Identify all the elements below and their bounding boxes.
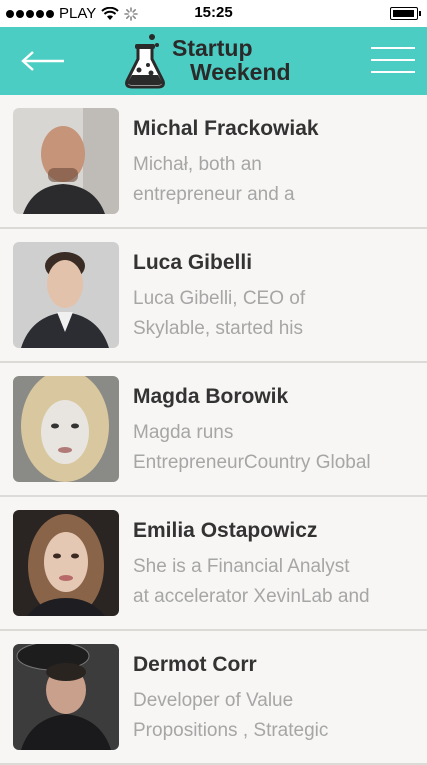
speaker-description-line2: at accelerator XevinLab and [133,586,370,607]
speaker-description-line1: Michał, both an [133,154,262,175]
speaker-list: Michal Frackowiak Michał, both an entrep… [0,95,427,765]
speaker-item-emilia-ostapowicz[interactable]: Emilia Ostapowicz She is a Financial Ana… [0,497,427,631]
app-header: Startup Weekend [0,27,427,95]
logo-text-line1: Startup [172,35,253,61]
speaker-description: Magda runs EntrepreneurCountry Global [133,418,423,478]
speaker-description-line1: Magda runs [133,422,234,443]
avatar [13,242,119,348]
speaker-item-magda-borowik[interactable]: Magda Borowik Magda runs EntrepreneurCou… [0,363,427,497]
speaker-name: Luca Gibelli [133,251,253,274]
speaker-item-dermot-corr[interactable]: Dermot Corr Developer of Value Propositi… [0,631,427,765]
hamburger-menu-icon [371,47,415,73]
speaker-name: Michal Frackowiak [133,117,319,140]
startup-weekend-logo: Startup Weekend [124,31,291,89]
speaker-item-luca-gibelli[interactable]: Luca Gibelli Luca Gibelli, CEO of Skylab… [0,229,427,363]
clock: 15:25 [194,4,233,21]
speaker-name: Emilia Ostapowicz [133,519,318,542]
speaker-item-michal-frackowiak[interactable]: Michal Frackowiak Michał, both an entrep… [0,95,427,229]
speaker-description-line2: Skylable, started his [133,318,304,339]
speaker-description: Luca Gibelli, CEO of Skylable, started h… [133,284,423,344]
speaker-description-line1: She is a Financial Analyst [133,556,350,577]
speaker-description-line2: EntrepreneurCountry Global [133,452,371,473]
battery-icon [390,7,421,20]
avatar [13,376,119,482]
arrow-left-icon [21,51,64,71]
back-button[interactable] [20,49,68,73]
status-bar: PLAY 15:25 [0,0,427,27]
speaker-description: She is a Financial Analyst at accelerato… [133,552,423,612]
speaker-description: Michał, both an entrepreneur and a [133,150,423,210]
speaker-name: Dermot Corr [133,653,257,676]
speaker-name: Magda Borowik [133,385,289,408]
avatar [13,108,119,214]
speaker-description-line2: Propositions , Strategic [133,720,329,741]
flask-icon [125,34,165,89]
avatar [13,644,119,750]
menu-button[interactable] [371,47,415,75]
avatar [13,510,119,616]
logo-text-line2: Weekend [190,59,291,85]
speaker-description-line1: Developer of Value [133,690,294,711]
speaker-description-line2: entrepreneur and a [133,184,295,205]
speaker-description: Developer of Value Propositions , Strate… [133,686,423,746]
speaker-description-line1: Luca Gibelli, CEO of [133,288,306,309]
